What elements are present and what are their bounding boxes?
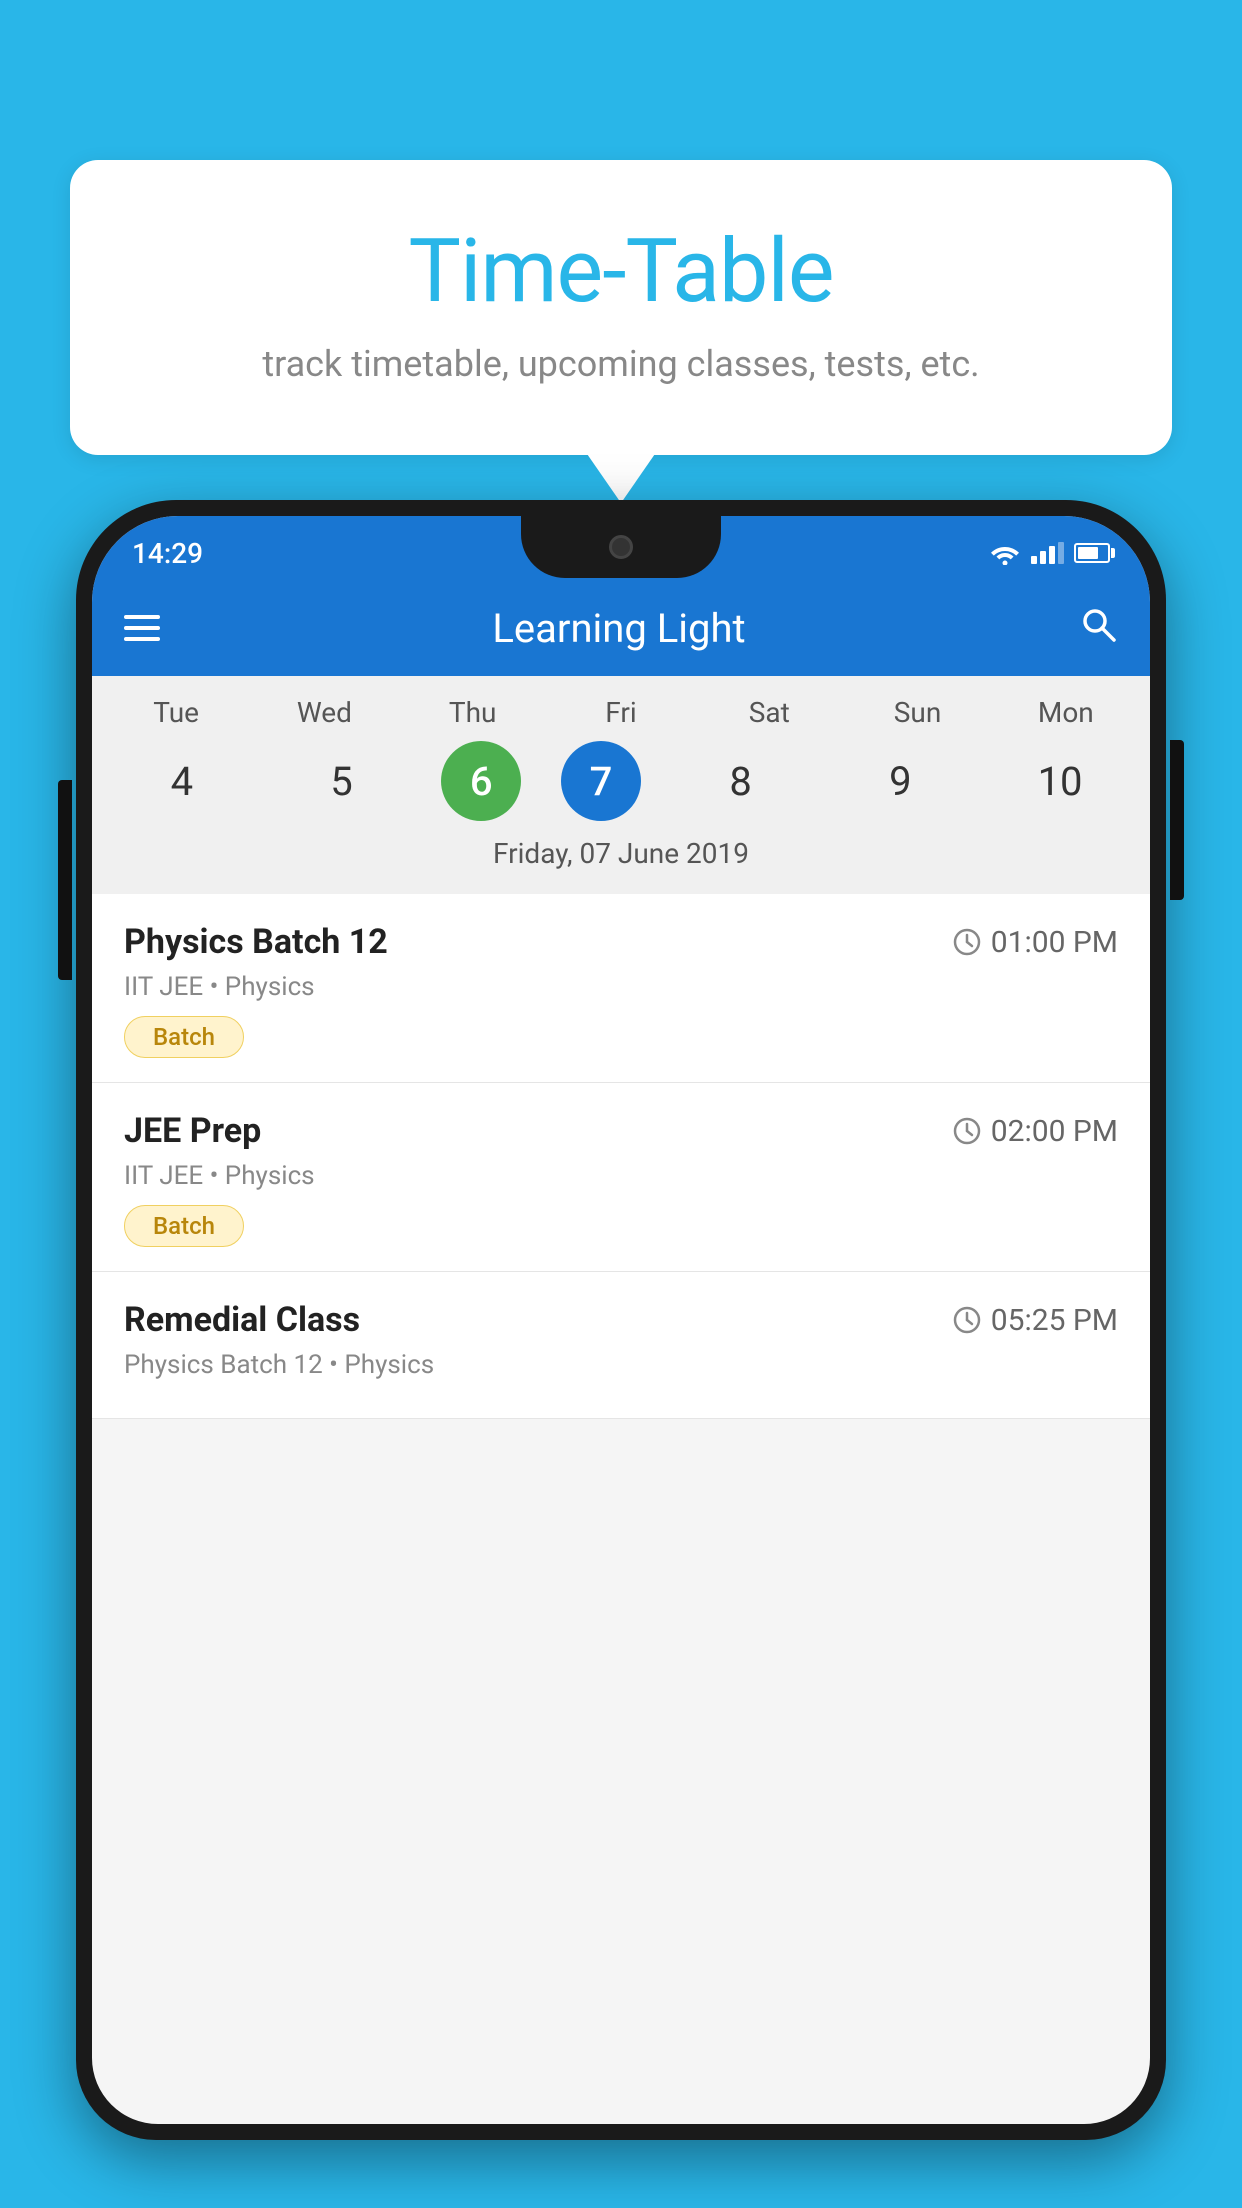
- schedule-item-2[interactable]: JEE Prep 02:00 PM IIT JEE • Physics Batc…: [92, 1083, 1150, 1272]
- speech-bubble: Time-Table track timetable, upcoming cla…: [70, 160, 1172, 455]
- app-bar: Learning Light: [92, 580, 1150, 676]
- schedule-item-3[interactable]: Remedial Class 05:25 PM Physics Batch 12…: [92, 1272, 1150, 1419]
- day-name-mon: Mon: [1006, 696, 1126, 729]
- schedule-meta-2: IIT JEE • Physics: [124, 1161, 1118, 1191]
- clock-icon-1: [953, 928, 981, 956]
- selected-date-label: Friday, 07 June 2019: [92, 837, 1150, 884]
- phone-outer: 14:29: [76, 500, 1166, 2140]
- day-8[interactable]: 8: [681, 741, 801, 821]
- schedule-list: Physics Batch 12 01:00 PM IIT JEE • Phys…: [92, 894, 1150, 1419]
- schedule-time-3: 05:25 PM: [953, 1303, 1118, 1338]
- clock-icon-3: [953, 1306, 981, 1334]
- schedule-item-header-1: Physics Batch 12 01:00 PM: [124, 922, 1118, 962]
- search-icon[interactable]: [1078, 604, 1118, 653]
- day-5[interactable]: 5: [282, 741, 402, 821]
- schedule-time-text-2: 02:00 PM: [991, 1114, 1118, 1149]
- battery-icon: [1074, 543, 1110, 563]
- phone-screen: 14:29: [92, 516, 1150, 2124]
- day-name-fri: Fri: [561, 696, 681, 729]
- day-name-sat: Sat: [709, 696, 829, 729]
- schedule-time-2: 02:00 PM: [953, 1114, 1118, 1149]
- batch-badge-2: Batch: [124, 1205, 244, 1247]
- schedule-item-header-3: Remedial Class 05:25 PM: [124, 1300, 1118, 1340]
- day-name-wed: Wed: [264, 696, 384, 729]
- calendar-strip: Tue Wed Thu Fri Sat Sun Mon 4 5 6 7 8 9 …: [92, 676, 1150, 894]
- batch-badge-1: Batch: [124, 1016, 244, 1058]
- day-9[interactable]: 9: [840, 741, 960, 821]
- app-title: Learning Light: [192, 605, 1046, 652]
- day-names-row: Tue Wed Thu Fri Sat Sun Mon: [92, 696, 1150, 729]
- battery-fill: [1078, 547, 1098, 559]
- page-subtitle: track timetable, upcoming classes, tests…: [150, 343, 1092, 385]
- phone-notch: [521, 516, 721, 578]
- page-title: Time-Table: [150, 220, 1092, 323]
- wifi-icon: [989, 541, 1021, 565]
- status-time: 14:29: [132, 537, 203, 570]
- speech-bubble-container: Time-Table track timetable, upcoming cla…: [70, 160, 1172, 455]
- signal-icon: [1031, 542, 1064, 564]
- schedule-meta-1: IIT JEE • Physics: [124, 972, 1118, 1002]
- schedule-title-2: JEE Prep: [124, 1111, 261, 1151]
- schedule-meta-3: Physics Batch 12 • Physics: [124, 1350, 1118, 1380]
- schedule-time-1: 01:00 PM: [953, 925, 1118, 960]
- day-numbers-row: 4 5 6 7 8 9 10: [92, 741, 1150, 821]
- day-4[interactable]: 4: [122, 741, 242, 821]
- status-icons: [989, 541, 1110, 565]
- schedule-title-1: Physics Batch 12: [124, 922, 388, 962]
- day-name-tue: Tue: [116, 696, 236, 729]
- schedule-item-header-2: JEE Prep 02:00 PM: [124, 1111, 1118, 1151]
- clock-icon-2: [953, 1117, 981, 1145]
- day-name-thu: Thu: [413, 696, 533, 729]
- schedule-time-text-3: 05:25 PM: [991, 1303, 1118, 1338]
- schedule-item-1[interactable]: Physics Batch 12 01:00 PM IIT JEE • Phys…: [92, 894, 1150, 1083]
- front-camera: [609, 535, 633, 559]
- day-7-selected[interactable]: 7: [561, 741, 641, 821]
- schedule-time-text-1: 01:00 PM: [991, 925, 1118, 960]
- phone-mockup: 14:29: [76, 500, 1166, 2208]
- day-6-today[interactable]: 6: [441, 741, 521, 821]
- menu-icon[interactable]: [124, 615, 160, 641]
- schedule-title-3: Remedial Class: [124, 1300, 360, 1340]
- day-10[interactable]: 10: [1000, 741, 1120, 821]
- day-name-sun: Sun: [858, 696, 978, 729]
